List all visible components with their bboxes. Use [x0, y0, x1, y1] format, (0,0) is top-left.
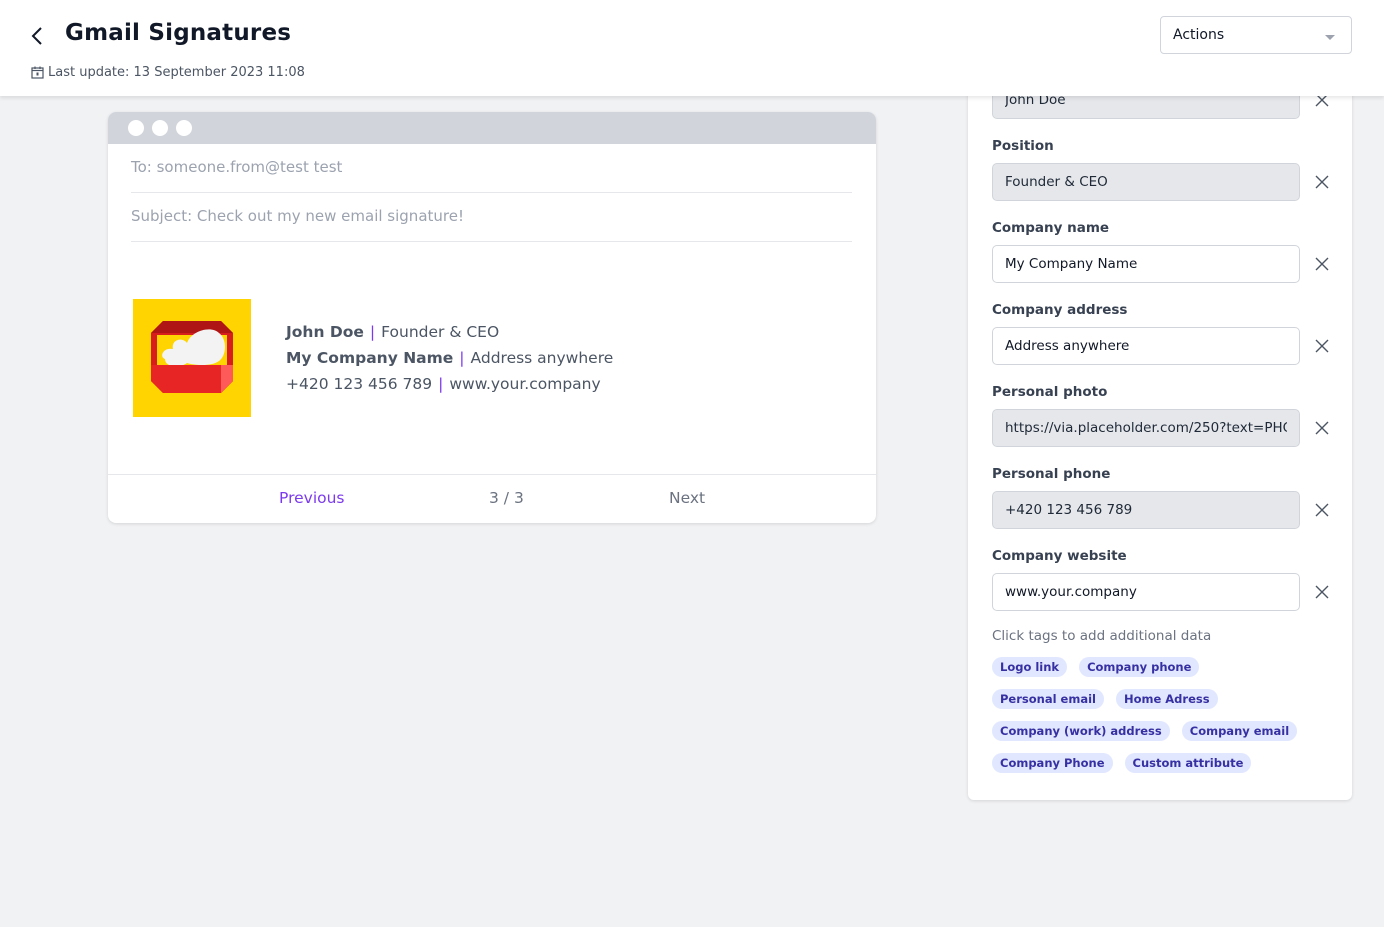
chevron-left-icon: [31, 27, 42, 45]
signature-website: www.your.company: [449, 375, 601, 393]
signature-pager: Previous 3 / 3 Next: [108, 474, 876, 523]
tag-company-phone-alt[interactable]: Company Phone: [992, 753, 1113, 773]
field-label: Personal photo: [992, 384, 1108, 400]
previous-button[interactable]: Previous: [279, 489, 345, 507]
field-personal-phone: Personal phone: [992, 465, 1332, 529]
signature-line-2: My Company Name | Address anywhere: [286, 345, 613, 371]
signature-company: My Company Name: [286, 349, 454, 367]
back-button[interactable]: [26, 24, 48, 48]
clear-personal-photo-button[interactable]: [1306, 409, 1338, 447]
signature-name: John Doe: [286, 323, 364, 341]
field-company-name: Company name: [992, 219, 1332, 283]
close-icon: [1315, 339, 1329, 353]
close-icon: [1315, 175, 1329, 189]
field-label: Company address: [992, 302, 1128, 318]
signature-line-3: +420 123 456 789 | www.your.company: [286, 371, 613, 397]
close-icon: [1315, 421, 1329, 435]
tag-company-phone[interactable]: Company phone: [1079, 657, 1200, 677]
separator: |: [369, 323, 376, 341]
clear-company-address-button[interactable]: [1306, 327, 1338, 365]
company-address-input[interactable]: [992, 327, 1300, 365]
close-icon: [1315, 585, 1329, 599]
field-company-website: Company website: [992, 547, 1332, 611]
field-label: Position: [992, 138, 1054, 154]
position-input[interactable]: [992, 163, 1300, 201]
signature-address: Address anywhere: [470, 349, 614, 367]
clear-position-button[interactable]: [1306, 163, 1338, 201]
separator: |: [459, 349, 465, 367]
last-update-text: Last update: 13 September 2023 11:08: [48, 65, 305, 80]
next-button[interactable]: Next: [669, 489, 705, 507]
signature-position: Founder & CEO: [381, 323, 500, 341]
email-preview-card: To: someone.from@test test Subject: Chec…: [108, 112, 876, 523]
clear-company-name-button[interactable]: [1306, 245, 1338, 283]
field-label: Personal phone: [992, 466, 1111, 482]
page-header: Gmail Signatures Last update: 13 Septemb…: [0, 0, 1384, 96]
window-title-bar: [108, 112, 876, 144]
actions-label: Actions: [1173, 27, 1225, 43]
tags-hint: Click tags to add additional data: [992, 628, 1212, 644]
signature-preview: John Doe | Founder & CEO My Company Name | A…: [133, 299, 613, 417]
tag-custom-attribute[interactable]: Custom attribute: [1124, 753, 1252, 773]
field-label: Company website: [992, 548, 1127, 564]
personal-phone-input[interactable]: [992, 491, 1300, 529]
window-dot-icon: [152, 120, 168, 136]
tag-logo-link[interactable]: Logo link: [992, 657, 1068, 677]
window-dot-icon: [176, 120, 192, 136]
field-label: Company name: [992, 220, 1110, 236]
company-name-input[interactable]: [992, 245, 1300, 283]
tag-home-address[interactable]: Home Adress: [1115, 689, 1218, 709]
box-logo-icon: [151, 321, 233, 393]
last-update: Last update: 13 September 2023 11:08: [31, 65, 305, 80]
window-dot-icon: [128, 120, 144, 136]
actions-dropdown[interactable]: Actions: [1160, 16, 1352, 54]
calendar-icon: [31, 66, 44, 79]
tag-company-email[interactable]: Company email: [1181, 721, 1298, 741]
signature-line-1: John Doe | Founder & CEO: [286, 319, 613, 345]
page-title: Gmail Signatures: [65, 20, 292, 46]
page-indicator: 3 / 3: [489, 489, 524, 507]
field-company-address: Company address: [992, 301, 1332, 365]
email-subject-line: Subject: Check out my new email signatur…: [131, 193, 852, 242]
separator: |: [438, 375, 444, 393]
email-to-line: To: someone.from@test test: [131, 144, 852, 193]
field-personal-photo: Personal photo: [992, 383, 1332, 447]
tag-company-work-address[interactable]: Company (work) address: [992, 721, 1170, 741]
close-icon: [1315, 257, 1329, 271]
close-icon: [1315, 503, 1329, 517]
signature-text: John Doe | Founder & CEO My Company Name | A…: [286, 319, 613, 397]
company-website-input[interactable]: [992, 573, 1300, 611]
personal-photo-input[interactable]: [992, 409, 1300, 447]
tag-personal-email[interactable]: Personal email: [992, 689, 1104, 709]
clear-company-website-button[interactable]: [1306, 573, 1338, 611]
field-position: Position: [992, 137, 1332, 201]
tag-list: Logo link Company phone Personal email H…: [992, 657, 1322, 773]
company-logo: [133, 299, 251, 417]
clear-personal-phone-button[interactable]: [1306, 491, 1338, 529]
signature-settings-panel: Name Position Company name Company addre…: [968, 60, 1352, 800]
caret-down-icon: [1325, 35, 1335, 40]
signature-phone: +420 123 456 789: [286, 375, 433, 393]
